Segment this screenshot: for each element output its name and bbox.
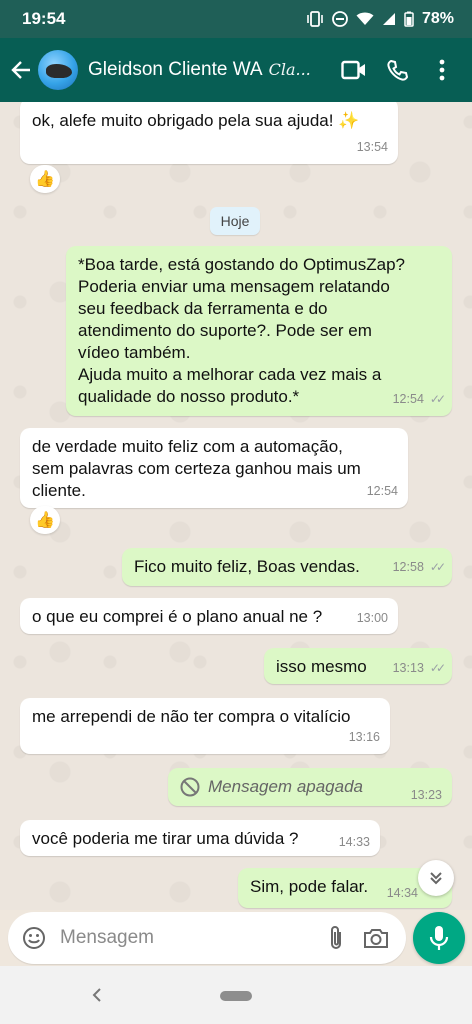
message-text: você poderia me tirar uma dúvida ? bbox=[32, 829, 299, 848]
double-chevron-down-icon bbox=[430, 872, 442, 885]
contact-name: Gleidson Cliente WA bbox=[88, 59, 263, 80]
day-label: Hoje bbox=[220, 213, 250, 229]
nav-home-pill[interactable] bbox=[220, 991, 252, 1001]
system-navigation-bar bbox=[0, 966, 472, 1024]
video-call-button[interactable] bbox=[332, 48, 376, 92]
microphone-icon bbox=[429, 926, 449, 950]
message-time: 14:33 bbox=[339, 831, 370, 853]
video-camera-icon bbox=[341, 60, 365, 80]
time-label: 12:58 bbox=[392, 560, 424, 574]
message-time: 13:13 ✓✓ bbox=[392, 657, 446, 679]
message-time: 13:54 bbox=[357, 136, 388, 158]
back-button[interactable] bbox=[6, 55, 36, 85]
emoji-button[interactable] bbox=[20, 918, 48, 958]
arrow-left-icon bbox=[11, 61, 30, 79]
message-outgoing[interactable]: *Boa tarde, está gostando do OptimusZap?… bbox=[66, 246, 452, 416]
message-text: de verdade muito feliz com a automação, … bbox=[32, 437, 361, 500]
scroll-to-bottom-button[interactable] bbox=[418, 860, 454, 896]
status-time: 19:54 bbox=[22, 9, 66, 28]
avatar[interactable] bbox=[38, 50, 78, 90]
time-label: 13:23 bbox=[410, 788, 442, 802]
message-input[interactable] bbox=[60, 927, 316, 949]
wifi-icon bbox=[356, 12, 374, 25]
time-label: 14:34 bbox=[386, 886, 418, 900]
message-text: Mensagem apagada bbox=[208, 777, 364, 796]
battery-icon bbox=[404, 11, 414, 27]
paperclip-icon bbox=[331, 926, 341, 949]
voice-call-button[interactable] bbox=[376, 48, 420, 92]
time-label: 13:13 bbox=[392, 661, 424, 675]
time-label: 13:16 bbox=[348, 730, 380, 744]
composer bbox=[0, 910, 472, 966]
message-outgoing[interactable]: Fico muito feliz, Boas vendas. 12:58 ✓✓ bbox=[122, 548, 452, 586]
reaction-emoji: 👍 bbox=[35, 512, 55, 529]
voice-record-button[interactable] bbox=[413, 912, 465, 964]
chat-header: Gleidson Cliente WA Cla... bbox=[0, 38, 472, 102]
message-text: me arrependi de não ter compra o vitalíc… bbox=[32, 707, 351, 726]
message-time: 13:23 bbox=[411, 784, 442, 806]
signal-icon bbox=[382, 13, 395, 25]
message-text: ok, alefe muito obrigado pela sua ajuda!… bbox=[32, 111, 360, 130]
battery-level: 78% bbox=[421, 10, 454, 27]
status-bar: 19:54 78% bbox=[0, 0, 472, 38]
block-icon bbox=[180, 777, 200, 797]
message-incoming[interactable]: ok, alefe muito obrigado pela sua ajuda!… bbox=[20, 102, 398, 164]
deleted-content: Mensagem apagada bbox=[180, 776, 440, 798]
camera-button[interactable] bbox=[356, 918, 396, 958]
message-time: 13:00 bbox=[357, 607, 388, 629]
attach-button[interactable] bbox=[316, 918, 356, 958]
message-time: 13:16 bbox=[349, 726, 380, 748]
message-time: 12:54 ✓✓ bbox=[392, 388, 446, 410]
message-incoming[interactable]: de verdade muito feliz com a automação, … bbox=[20, 428, 408, 508]
day-separator: Hoje bbox=[210, 207, 260, 235]
message-time: 12:54 bbox=[367, 480, 398, 502]
reaction-badge[interactable]: 👍 bbox=[30, 165, 60, 193]
message-text: o que eu comprei é o plano anual ne ? bbox=[32, 607, 323, 626]
message-incoming[interactable]: você poderia me tirar uma dúvida ? 14:33 bbox=[20, 820, 380, 856]
reaction-badge[interactable]: 👍 bbox=[30, 506, 60, 534]
time-label: 12:54 bbox=[366, 484, 398, 498]
time-label: 12:54 bbox=[392, 392, 424, 406]
message-deleted[interactable]: Mensagem apagada 13:23 bbox=[168, 768, 452, 806]
time-label: 13:00 bbox=[356, 611, 388, 625]
read-ticks-icon: ✓✓ bbox=[429, 560, 446, 574]
message-outgoing[interactable]: isso mesmo 13:13 ✓✓ bbox=[264, 648, 452, 684]
message-time: 12:58 ✓✓ bbox=[392, 556, 446, 578]
message-time: 14:34 bbox=[387, 882, 418, 904]
nav-back-button[interactable] bbox=[86, 984, 108, 1006]
chevron-left-icon bbox=[92, 988, 101, 1002]
time-label: 13:54 bbox=[356, 140, 388, 154]
emoji-icon bbox=[23, 927, 45, 949]
time-label: 14:33 bbox=[338, 835, 370, 849]
message-incoming[interactable]: o que eu comprei é o plano anual ne ? 13… bbox=[20, 598, 398, 634]
message-incoming[interactable]: me arrependi de não ter compra o vitalíc… bbox=[20, 698, 390, 754]
menu-button[interactable] bbox=[420, 48, 464, 92]
read-ticks-icon: ✓✓ bbox=[429, 392, 446, 406]
status-icons: 78% bbox=[306, 10, 454, 28]
more-vertical-icon bbox=[439, 59, 445, 81]
read-ticks-icon: ✓✓ bbox=[429, 661, 446, 675]
contact-title[interactable]: Gleidson Cliente WA Cla... bbox=[88, 59, 332, 81]
message-text: *Boa tarde, está gostando do OptimusZap?… bbox=[78, 255, 405, 406]
contact-suffix: Cla... bbox=[268, 60, 311, 79]
dnd-icon bbox=[332, 11, 348, 27]
phone-icon bbox=[387, 59, 409, 81]
message-input-box bbox=[8, 912, 406, 964]
vibrate-icon bbox=[307, 11, 323, 27]
camera-icon bbox=[364, 929, 388, 948]
chat-area[interactable]: ok, alefe muito obrigado pela sua ajuda!… bbox=[0, 102, 472, 910]
reaction-emoji: 👍 bbox=[35, 171, 55, 188]
